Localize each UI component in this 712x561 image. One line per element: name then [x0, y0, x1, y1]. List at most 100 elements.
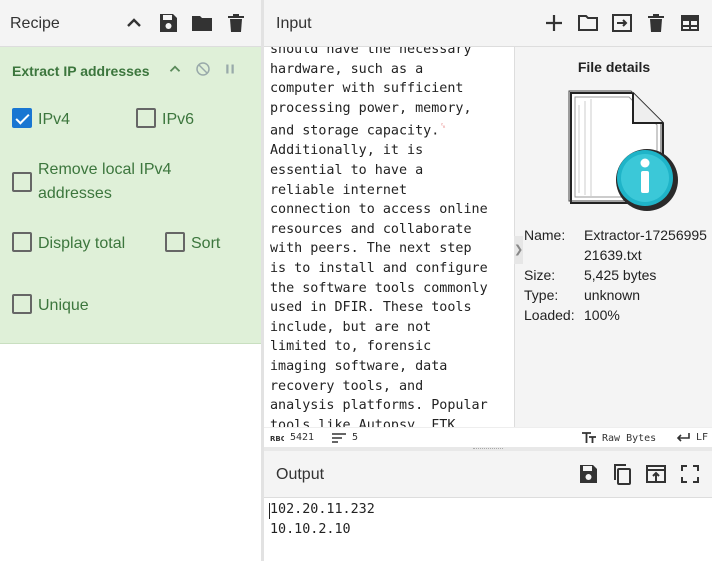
ipv4-checkbox-box[interactable]: [12, 108, 32, 128]
recipe-panel: Recipe Extract IP addresses IPv4 IPv6 Re…: [0, 0, 261, 561]
file-size-value: 5,425 bytes: [584, 267, 657, 283]
maximise-output-button[interactable]: [678, 462, 702, 486]
input-line: resources and collaborate: [270, 221, 472, 237]
clear-recipe-button[interactable]: [224, 11, 248, 35]
ipv6-checkbox-box[interactable]: [136, 108, 156, 128]
operation-extract-ip-addresses: Extract IP addresses IPv4 IPv6 Remove lo…: [0, 47, 261, 344]
block-icon: [196, 62, 210, 76]
remove-local-ipv4-checkbox[interactable]: Remove local IPv4 addresses: [12, 158, 212, 206]
file-name-value: Extractor-1725699521639.txt: [584, 227, 707, 263]
sort-checkbox-box[interactable]: [165, 232, 185, 252]
save-output-button[interactable]: [576, 462, 600, 486]
input-line: processing power, memory,: [270, 100, 472, 116]
input-header: Input: [264, 0, 712, 47]
encoding-button[interactable]: Raw Bytes: [582, 432, 656, 444]
ipv6-label: IPv6: [162, 111, 195, 128]
input-line: reliable internet: [270, 182, 408, 198]
file-type-label: Type:: [524, 287, 559, 303]
file-name-label: Name:: [524, 227, 566, 243]
file-size-label: Size:: [524, 267, 556, 283]
text-caret: [269, 503, 270, 519]
eol-value: LF: [696, 432, 709, 443]
unique-checkbox[interactable]: Unique: [12, 294, 89, 318]
plus-icon: [546, 15, 562, 31]
input-textarea[interactable]: should have the necessary hardware, such…: [264, 47, 514, 427]
text-format-icon: [582, 432, 596, 443]
ipv4-label: IPv4: [38, 111, 71, 128]
replace-input-button[interactable]: [644, 462, 668, 486]
remove-local-ipv4-checkbox-box[interactable]: [12, 172, 32, 192]
input-line: with peers. The next step: [270, 241, 472, 257]
lines-icon: [332, 432, 346, 443]
input-pane: Input should have the necessary hardware…: [264, 0, 712, 450]
ipv4-checkbox[interactable]: IPv4: [12, 108, 70, 132]
layout-icon: [681, 15, 699, 31]
display-total-label: Display total: [38, 235, 126, 252]
input-line: Additionally, it is: [270, 143, 424, 159]
output-line: 10.10.2.10: [270, 522, 351, 537]
open-file-button[interactable]: [610, 11, 634, 35]
chevron-up-icon: [127, 18, 141, 27]
open-folder-button[interactable]: [576, 11, 600, 35]
folder-icon: [192, 16, 212, 31]
input-line: computer with sufficient: [270, 81, 464, 97]
pause-icon: [226, 64, 234, 74]
input-line: should have the necessary: [270, 47, 472, 57]
input-file-icon: [612, 14, 632, 32]
input-line: tools like Autopsy, FTK: [270, 417, 456, 427]
remove-local-ipv4-label: Remove local IPv4 addresses: [38, 161, 172, 202]
sort-label: Sort: [191, 235, 221, 252]
chevron-up-icon: [169, 65, 181, 72]
eol-marker-icon: ␍: [439, 122, 447, 133]
file-info-icon: [568, 90, 678, 211]
output-textarea[interactable]: 102.20.11.232 10.10.2.10: [264, 498, 712, 561]
clear-input-button[interactable]: [644, 11, 668, 35]
line-count: 5: [332, 432, 358, 443]
save-recipe-button[interactable]: [156, 11, 180, 35]
trash-icon: [228, 14, 244, 32]
open-in-icon: [646, 465, 666, 483]
trash-icon: [648, 14, 664, 32]
input-line: connection to access online: [270, 202, 488, 218]
display-total-checkbox-box[interactable]: [12, 232, 32, 252]
copy-icon: [614, 464, 631, 485]
eol-button[interactable]: LF: [676, 432, 708, 443]
char-count-value: 5421: [290, 432, 315, 443]
collapse-operation-button[interactable]: [166, 60, 184, 78]
recipe-header: Recipe: [0, 0, 261, 47]
encoding-value: Raw Bytes: [602, 432, 657, 444]
collapse-file-details-button[interactable]: ❯: [514, 236, 523, 264]
recipe-title: Recipe: [10, 15, 60, 32]
cyberchef-window: Recipe Extract IP addresses IPv4 IPv6 Re…: [0, 0, 712, 561]
pause-operation-button[interactable]: [221, 60, 239, 78]
add-input-button[interactable]: [542, 11, 566, 35]
input-line: the software tools commonly: [270, 280, 488, 296]
input-line: limited to, forensic: [270, 339, 432, 355]
output-lines: 102.20.11.232 10.10.2.10: [264, 498, 712, 540]
return-icon: [676, 432, 690, 442]
output-header: Output: [264, 451, 712, 498]
unique-checkbox-box[interactable]: [12, 294, 32, 314]
input-line: imaging software, data: [270, 358, 448, 374]
input-line: and storage capacity.: [270, 123, 440, 139]
file-details-panel: File details Name: Extractor-17256995216…: [514, 47, 712, 427]
svg-text:RBC: RBC: [270, 435, 284, 442]
unique-label: Unique: [38, 297, 89, 314]
save-icon: [160, 14, 177, 32]
collapse-recipe-button[interactable]: [122, 11, 146, 35]
abc-icon: RBC: [270, 435, 284, 442]
output-title: Output: [276, 466, 325, 483]
save-icon: [580, 465, 597, 483]
copy-output-button[interactable]: [610, 462, 634, 486]
char-count: RBC 5421: [270, 432, 314, 443]
input-line: analysis platforms. Popular: [270, 398, 488, 414]
input-line: recovery tools, and: [270, 378, 424, 394]
disable-operation-button[interactable]: [194, 60, 212, 78]
file-type-value: unknown: [584, 287, 641, 303]
display-total-checkbox[interactable]: Display total: [12, 232, 125, 256]
ipv6-checkbox[interactable]: IPv6: [136, 108, 194, 132]
sort-checkbox[interactable]: Sort: [165, 232, 220, 256]
file-loaded-label: Loaded:: [524, 307, 575, 323]
layout-button[interactable]: [678, 11, 702, 35]
load-recipe-button[interactable]: [190, 11, 214, 35]
